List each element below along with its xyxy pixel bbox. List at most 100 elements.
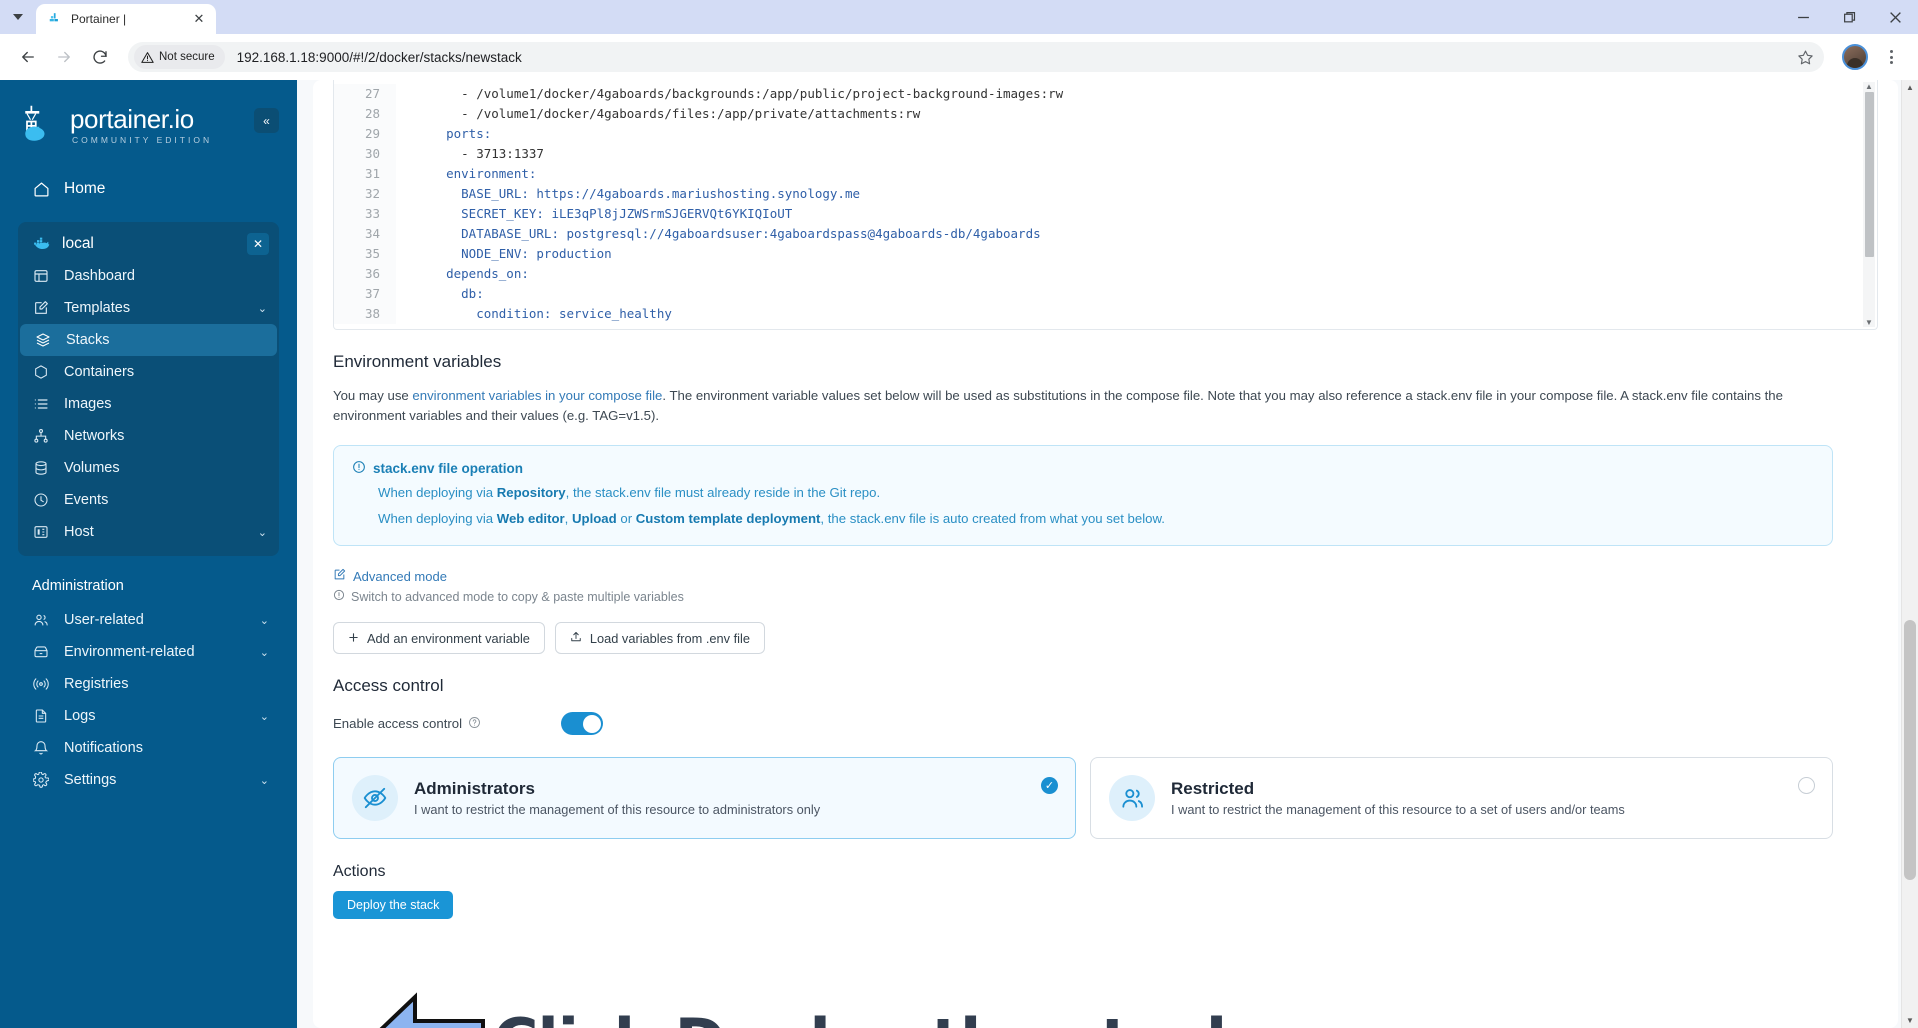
desc-part-1: You may use <box>333 388 413 403</box>
sidebar-collapse-button[interactable]: « <box>254 108 279 133</box>
browser-toolbar: Not secure 192.168.1.18:9000/#!/2/docker… <box>0 34 1918 80</box>
load-env-var-label: Load variables from .env file <box>589 630 750 646</box>
sidebar-item-logs[interactable]: Logs ⌄ <box>0 700 297 732</box>
sidebar-item-environment-related[interactable]: Environment-related ⌄ <box>0 636 297 668</box>
sidebar-item-settings[interactable]: Settings ⌄ <box>0 764 297 796</box>
browser-menu-button[interactable] <box>1876 42 1906 72</box>
stack-env-infobox: stack.env file operation When deploying … <box>333 445 1833 546</box>
sidebar-item-containers[interactable]: Containers <box>18 356 279 388</box>
logs-document-icon <box>32 707 50 725</box>
scroll-down-arrow-icon[interactable]: ▼ <box>1865 318 1873 327</box>
browser-tab-portainer[interactable]: Portainer | ✕ <box>36 4 216 34</box>
sidebar-section-administration: Administration <box>32 578 124 594</box>
tab-close-icon[interactable]: ✕ <box>190 10 208 28</box>
sidebar-item-volumes[interactable]: Volumes <box>18 452 279 484</box>
enable-access-control-toggle[interactable] <box>561 712 603 735</box>
line2-upload: Upload <box>572 511 617 526</box>
help-icon[interactable] <box>468 716 481 732</box>
sidebar-item-label: Volumes <box>64 460 120 476</box>
sidebar-item-label: Registries <box>64 676 129 692</box>
line-number: 32 <box>334 184 396 204</box>
code-line: 38 condition: service_healthy <box>334 304 1877 324</box>
env-var-buttons: Add an environment variable Load variabl… <box>333 622 1878 654</box>
address-bar[interactable]: Not secure 192.168.1.18:9000/#!/2/docker… <box>128 42 1824 72</box>
line-number: 38 <box>334 304 396 324</box>
close-button[interactable] <box>1872 0 1918 34</box>
deploy-the-stack-button[interactable]: Deploy the stack <box>333 891 454 919</box>
sidebar-item-templates[interactable]: Templates ⌄ <box>18 292 279 324</box>
environment-header[interactable]: local ✕ <box>18 228 279 260</box>
editor-scroll-thumb[interactable] <box>1864 92 1874 257</box>
env-vars-heading: Environment variables <box>333 352 502 371</box>
add-environment-variable-button[interactable]: Add an environment variable <box>333 622 545 654</box>
actions-section: Actions Deploy the stack <box>313 839 1898 919</box>
line1-a: When deploying via <box>378 485 497 500</box>
line2-e: or <box>616 511 636 526</box>
kebab-dot <box>1889 50 1893 53</box>
sidebar-item-images[interactable]: Images <box>18 388 279 420</box>
advanced-mode-toggle-link[interactable]: Advanced mode <box>333 568 1878 584</box>
back-button[interactable] <box>12 41 44 73</box>
security-status-badge[interactable]: Not secure <box>134 45 225 69</box>
sidebar-item-label: Templates <box>64 300 131 316</box>
access-card-administrators[interactable]: Administrators I want to restrict the ma… <box>333 757 1076 839</box>
code-lines[interactable]: 27 - /volume1/docker/4gaboards/backgroun… <box>334 80 1877 324</box>
maximize-button[interactable] <box>1826 0 1872 34</box>
sidebar-item-dashboard[interactable]: Dashboard <box>18 260 279 292</box>
sidebar-item-networks[interactable]: Networks <box>18 420 279 452</box>
window-controls <box>1780 0 1918 34</box>
sidebar-item-events[interactable]: Events <box>18 484 279 516</box>
page-scroll-up-arrow-icon[interactable]: ▲ <box>1902 83 1918 92</box>
infobox-title-row: stack.env file operation <box>352 460 1814 477</box>
sidebar-item-label: Settings <box>64 772 117 788</box>
compose-code-editor[interactable]: 27 - /volume1/docker/4gaboards/backgroun… <box>333 80 1878 330</box>
app-page: portainer.io COMMUNITY EDITION « Home lo… <box>0 80 1918 1028</box>
line-number: 35 <box>334 244 396 264</box>
environment-close-icon[interactable]: ✕ <box>247 233 269 255</box>
compose-file-link[interactable]: environment variables in your compose fi… <box>412 388 662 403</box>
sidebar-item-label: Environment-related <box>64 644 195 660</box>
toggle-knob <box>582 714 601 733</box>
bookmark-star-icon[interactable] <box>1792 44 1818 70</box>
sidebar-item-user-related[interactable]: User-related ⌄ <box>0 604 297 636</box>
infobox-line-2: When deploying via Web editor, Upload or… <box>352 509 1814 529</box>
brand-edition: COMMUNITY EDITION <box>72 134 213 145</box>
code-line: 31 environment: <box>334 164 1877 184</box>
page-scroll-down-arrow-icon[interactable]: ▼ <box>1902 1016 1918 1025</box>
load-variables-button[interactable]: Load variables from .env file <box>554 622 765 654</box>
sidebar-item-host[interactable]: Host ⌄ <box>18 516 279 548</box>
environment-variables-section: Environment variables You may use enviro… <box>313 330 1898 654</box>
access-card-title: Restricted <box>1171 779 1255 798</box>
sidebar-item-registries[interactable]: Registries <box>0 668 297 700</box>
page-scrollbar[interactable]: ▲ ▼ <box>1901 80 1918 1028</box>
sidebar-item-notifications[interactable]: Notifications <box>0 732 297 764</box>
line-text: ports: <box>416 126 492 141</box>
page-scroll-thumb[interactable] <box>1904 620 1916 880</box>
access-card-radio[interactable] <box>1798 777 1815 794</box>
reload-button[interactable] <box>84 41 116 73</box>
line-number: 27 <box>334 84 396 104</box>
sidebar-item-label: Notifications <box>64 740 143 756</box>
enable-access-control-label-group: Enable access control <box>333 716 561 732</box>
sidebar-item-label: User-related <box>64 612 144 628</box>
line-text: NODE_ENV: production <box>416 246 612 261</box>
forward-button[interactable] <box>48 41 80 73</box>
actions-heading: Actions <box>333 863 386 880</box>
advanced-mode-hint: Switch to advanced mode to copy & paste … <box>333 589 1878 604</box>
sidebar-item-label: Dashboard <box>64 268 135 284</box>
scroll-up-arrow-icon[interactable]: ▲ <box>1865 82 1873 91</box>
line1-repository: Repository <box>496 485 566 500</box>
line-number: 34 <box>334 224 396 244</box>
access-card-restricted[interactable]: Restricted I want to restrict the manage… <box>1090 757 1833 839</box>
line2-web-editor: Web editor <box>496 511 565 526</box>
templates-icon <box>32 299 50 317</box>
profile-avatar[interactable] <box>1842 44 1868 70</box>
code-line: 34 DATABASE_URL: postgresql://4gaboardsu… <box>334 224 1877 244</box>
tab-search-button[interactable] <box>0 0 36 34</box>
sidebar-item-stacks[interactable]: Stacks <box>20 324 277 356</box>
line2-a: When deploying via <box>378 511 497 526</box>
sidebar-item-home[interactable]: Home <box>0 170 297 208</box>
editor-scrollbar[interactable]: ▲ ▼ <box>1863 82 1875 327</box>
access-card-radio-selected[interactable]: ✓ <box>1041 777 1058 794</box>
minimize-button[interactable] <box>1780 0 1826 34</box>
